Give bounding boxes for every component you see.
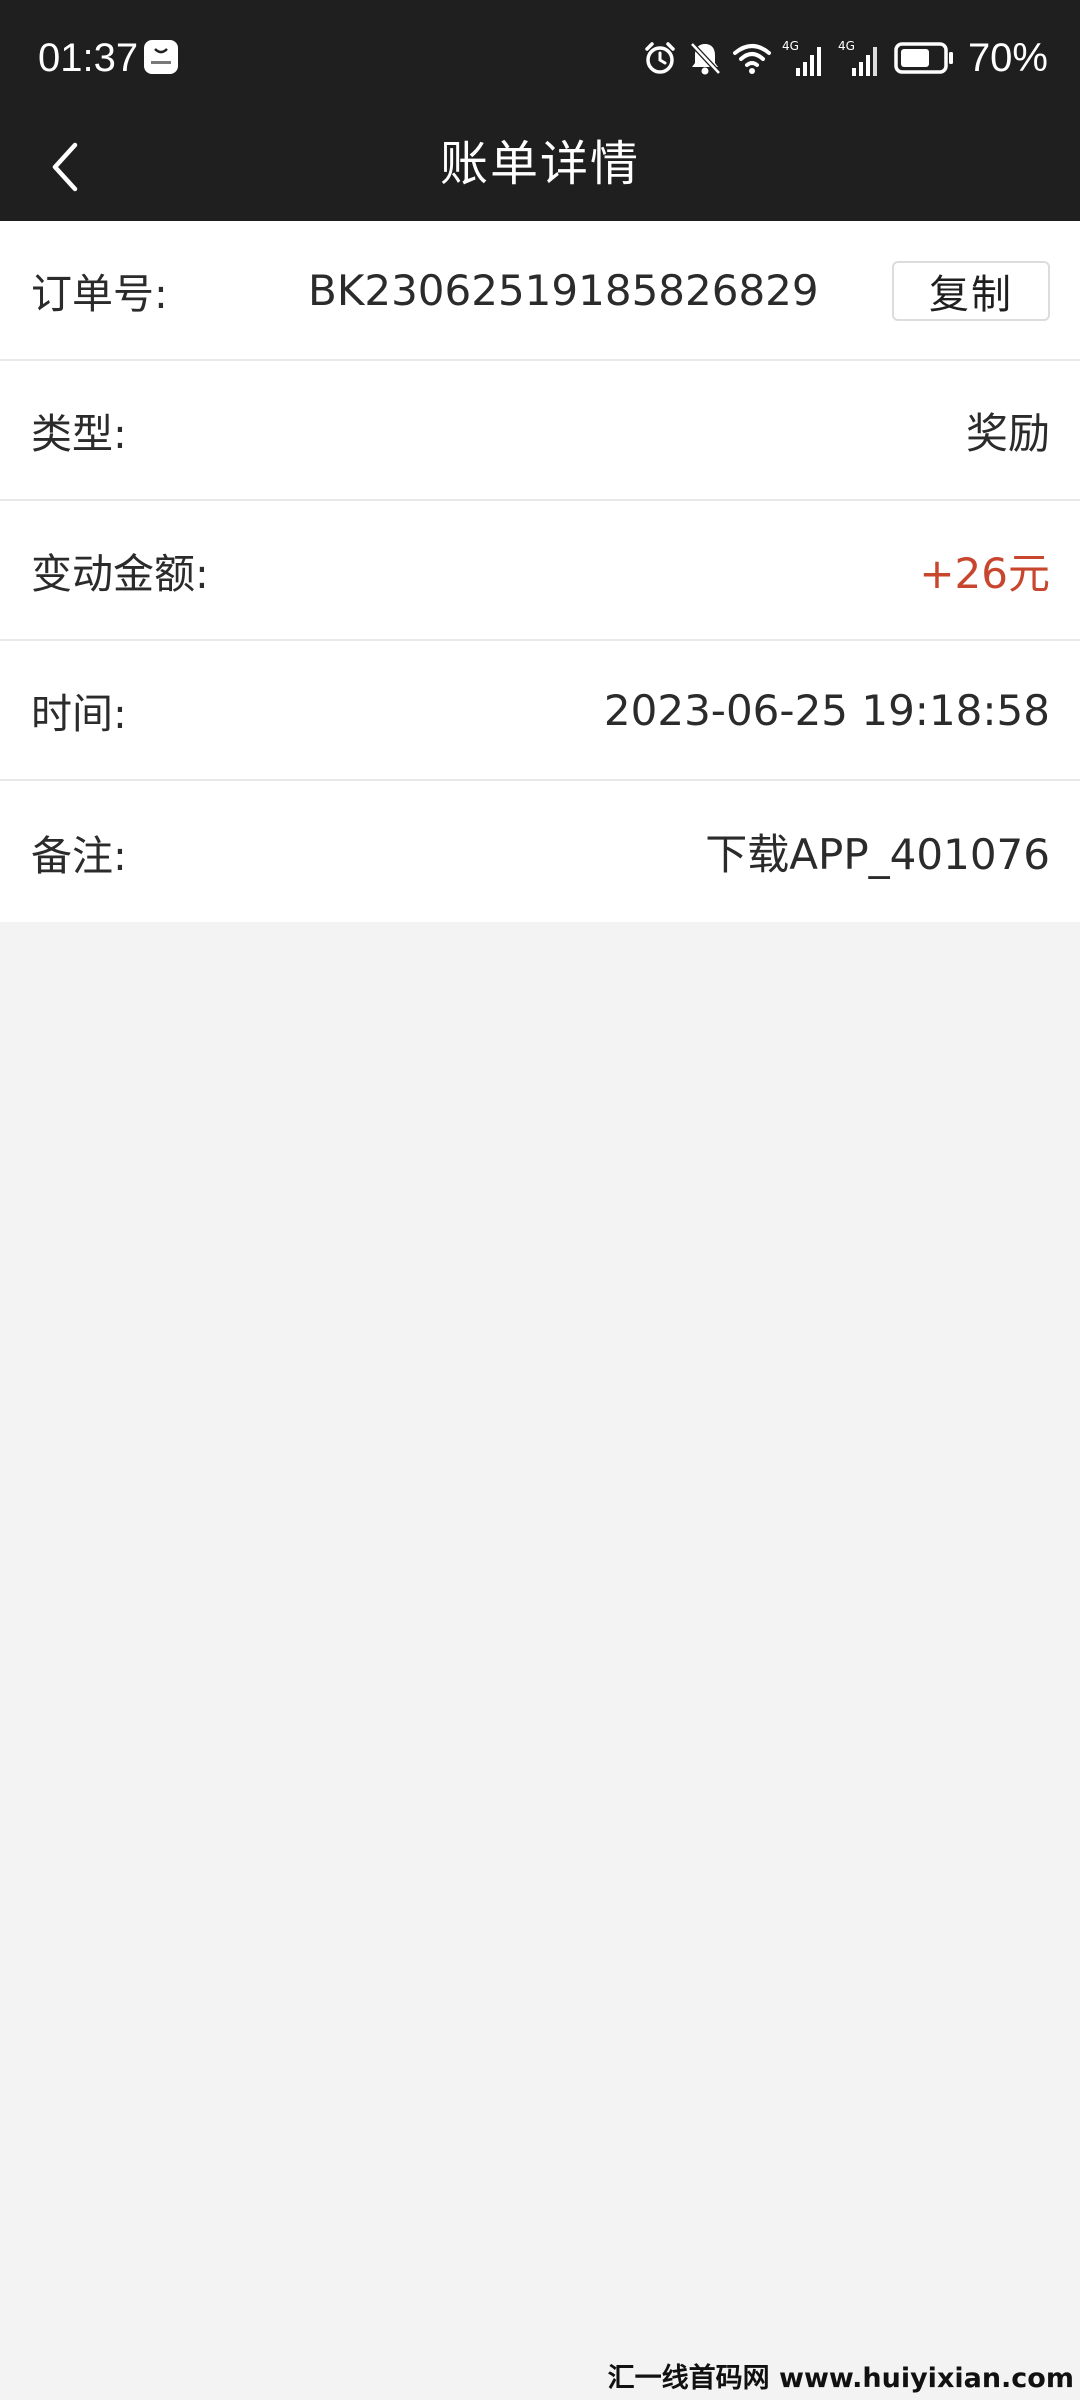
amount-label: 变动金额: [31,550,209,598]
amount-value: +26元 [919,548,1050,598]
app-header: 账单详情 [0,114,1080,221]
app-notification-icon [144,40,178,74]
remark-row: 备注: 下载APP_401076 [0,781,1080,922]
order-number-label: 订单号: [31,270,168,318]
time-row: 时间: 2023-06-25 19:18:58 [0,641,1080,781]
battery-icon [894,38,954,78]
amount-row: 变动金额: +26元 [0,501,1080,641]
bell-off-icon [688,38,722,78]
status-icons: 4G 4G 70% [642,32,1048,84]
type-value: 奖励 [965,408,1050,458]
top-bar: 01:37 4G 4G 70% 账单详情 [0,0,1080,221]
page-title: 账单详情 [439,136,640,192]
svg-text:4G: 4G [838,39,855,53]
cellular-signal-icon: 4G [782,38,828,78]
remark-value: 下载APP_401076 [705,830,1050,879]
type-label: 类型: [31,410,127,458]
wifi-icon [732,38,772,78]
copy-button[interactable]: 复制 [892,261,1050,321]
svg-text:4G: 4G [782,39,799,53]
order-number-row: 订单号: BK23062519185826829 复制 [0,221,1080,361]
watermark: 汇一线首码网 www.huiyixian.com [607,2363,1074,2394]
battery-percent: 70% [967,36,1048,80]
time-label: 时间: [31,690,127,738]
bill-detail-list: 订单号: BK23062519185826829 复制 类型: 奖励 变动金额:… [0,221,1080,922]
remark-label: 备注: [31,831,127,880]
cellular-signal-icon: 4G [838,38,884,78]
status-bar: 01:37 4G 4G 70% [0,0,1080,114]
status-time: 01:37 [38,36,139,80]
time-value: 2023-06-25 19:18:58 [603,685,1050,735]
alarm-icon [642,38,678,78]
order-number-value: BK23062519185826829 [308,265,819,315]
type-row: 类型: 奖励 [0,361,1080,501]
